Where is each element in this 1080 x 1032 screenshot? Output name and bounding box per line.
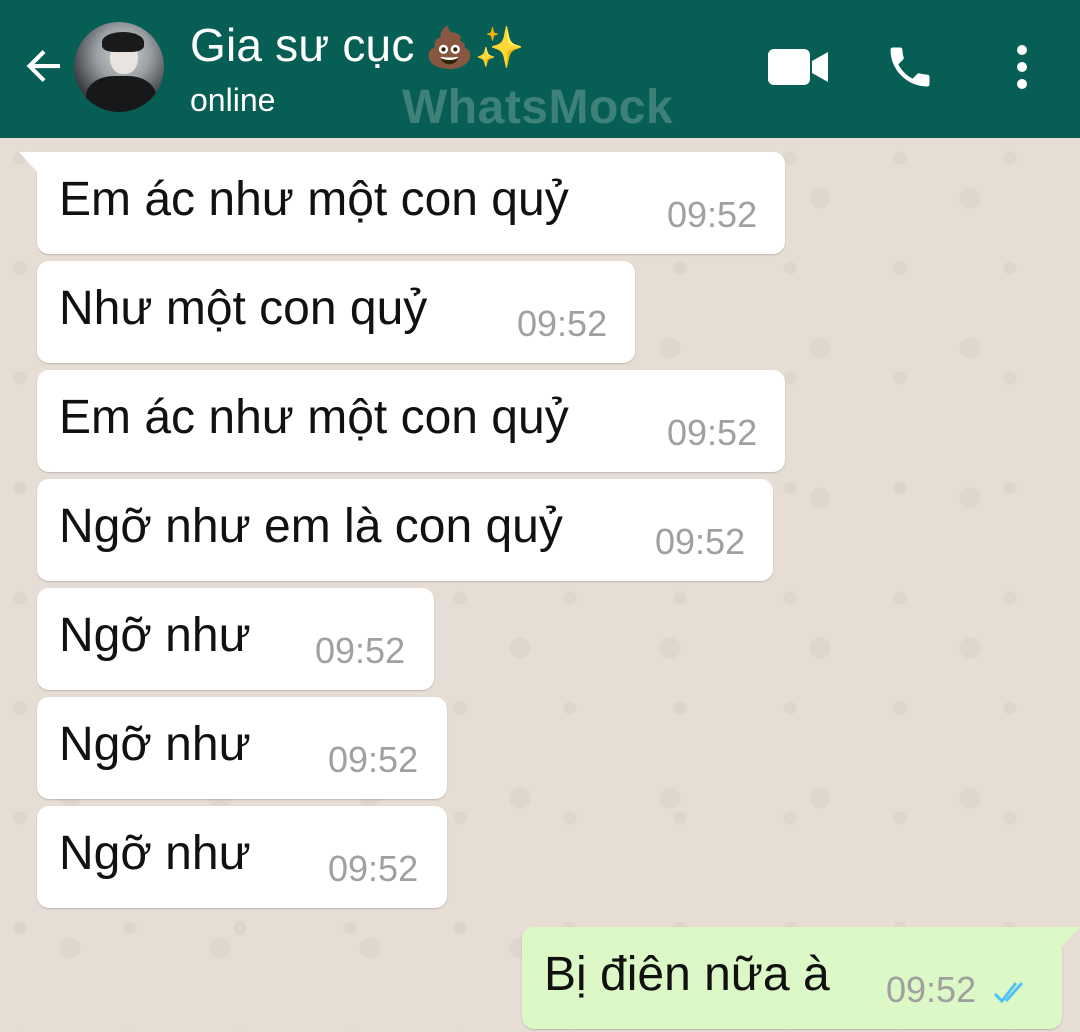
message-bubble-incoming[interactable]: Ngỡ như em là con quỷ 09:52 [37,479,773,581]
message-bubble-incoming[interactable]: Như một con quỷ 09:52 [37,261,635,363]
message-bubble-incoming[interactable]: Em ác như một con quỷ 09:52 [19,152,785,254]
message-bubble-incoming[interactable]: Em ác như một con quỷ 09:52 [37,370,785,472]
contact-avatar[interactable] [74,22,164,112]
message-time: 09:52 [517,303,608,344]
phone-icon [890,47,930,87]
message-text: Em ác như một con quỷ [59,391,569,444]
message-time: 09:52 [667,194,758,235]
message-time: 09:52 [315,630,406,671]
message-time: 09:52 [667,412,758,453]
message-text: Em ác như một con quỷ [59,173,569,226]
message-text: Ngỡ như em là con quỷ [59,500,563,553]
watermark: WhatsMock [402,81,674,134]
contact-status: online [190,82,276,118]
message-bubble-outgoing[interactable]: Bị điên nữa à 09:52 [522,927,1080,1029]
video-camera-icon [768,49,828,85]
message-bubble-incoming[interactable]: Ngỡ như 09:52 [37,697,447,799]
message-time: 09:52 [328,848,419,889]
chat-header: Gia sư cục 💩✨ online WhatsMock [0,0,1080,138]
more-options-button[interactable] [1006,40,1038,94]
more-vertical-icon [1017,45,1027,89]
message-text: Ngỡ như [59,827,251,880]
message-bubble-incoming[interactable]: Ngỡ như 09:52 [37,588,434,690]
message-time: 09:52 [655,521,746,562]
voice-call-button[interactable] [884,40,936,94]
message-text: Ngỡ như [59,718,251,771]
chat-area[interactable]: Em ác như một con quỷ 09:52 Như một con … [0,138,1080,1032]
message-text: Như một con quỷ [59,282,428,335]
back-button[interactable] [20,42,68,90]
contact-name-emoji: 💩✨ [424,25,525,71]
contact-name-text: Gia sư cục [190,19,415,71]
message-bubble-incoming[interactable]: Ngỡ như 09:52 [37,806,447,908]
video-call-button[interactable] [766,46,830,88]
message-text: Bị điên nữa à [544,948,830,1001]
contact-name[interactable]: Gia sư cục 💩✨ [190,18,525,72]
double-check-icon [993,982,1024,1004]
message-time: 09:52 [328,739,419,780]
arrow-left-icon [26,50,61,82]
message-time: 09:52 [886,969,977,1010]
message-text: Ngỡ như [59,609,251,662]
